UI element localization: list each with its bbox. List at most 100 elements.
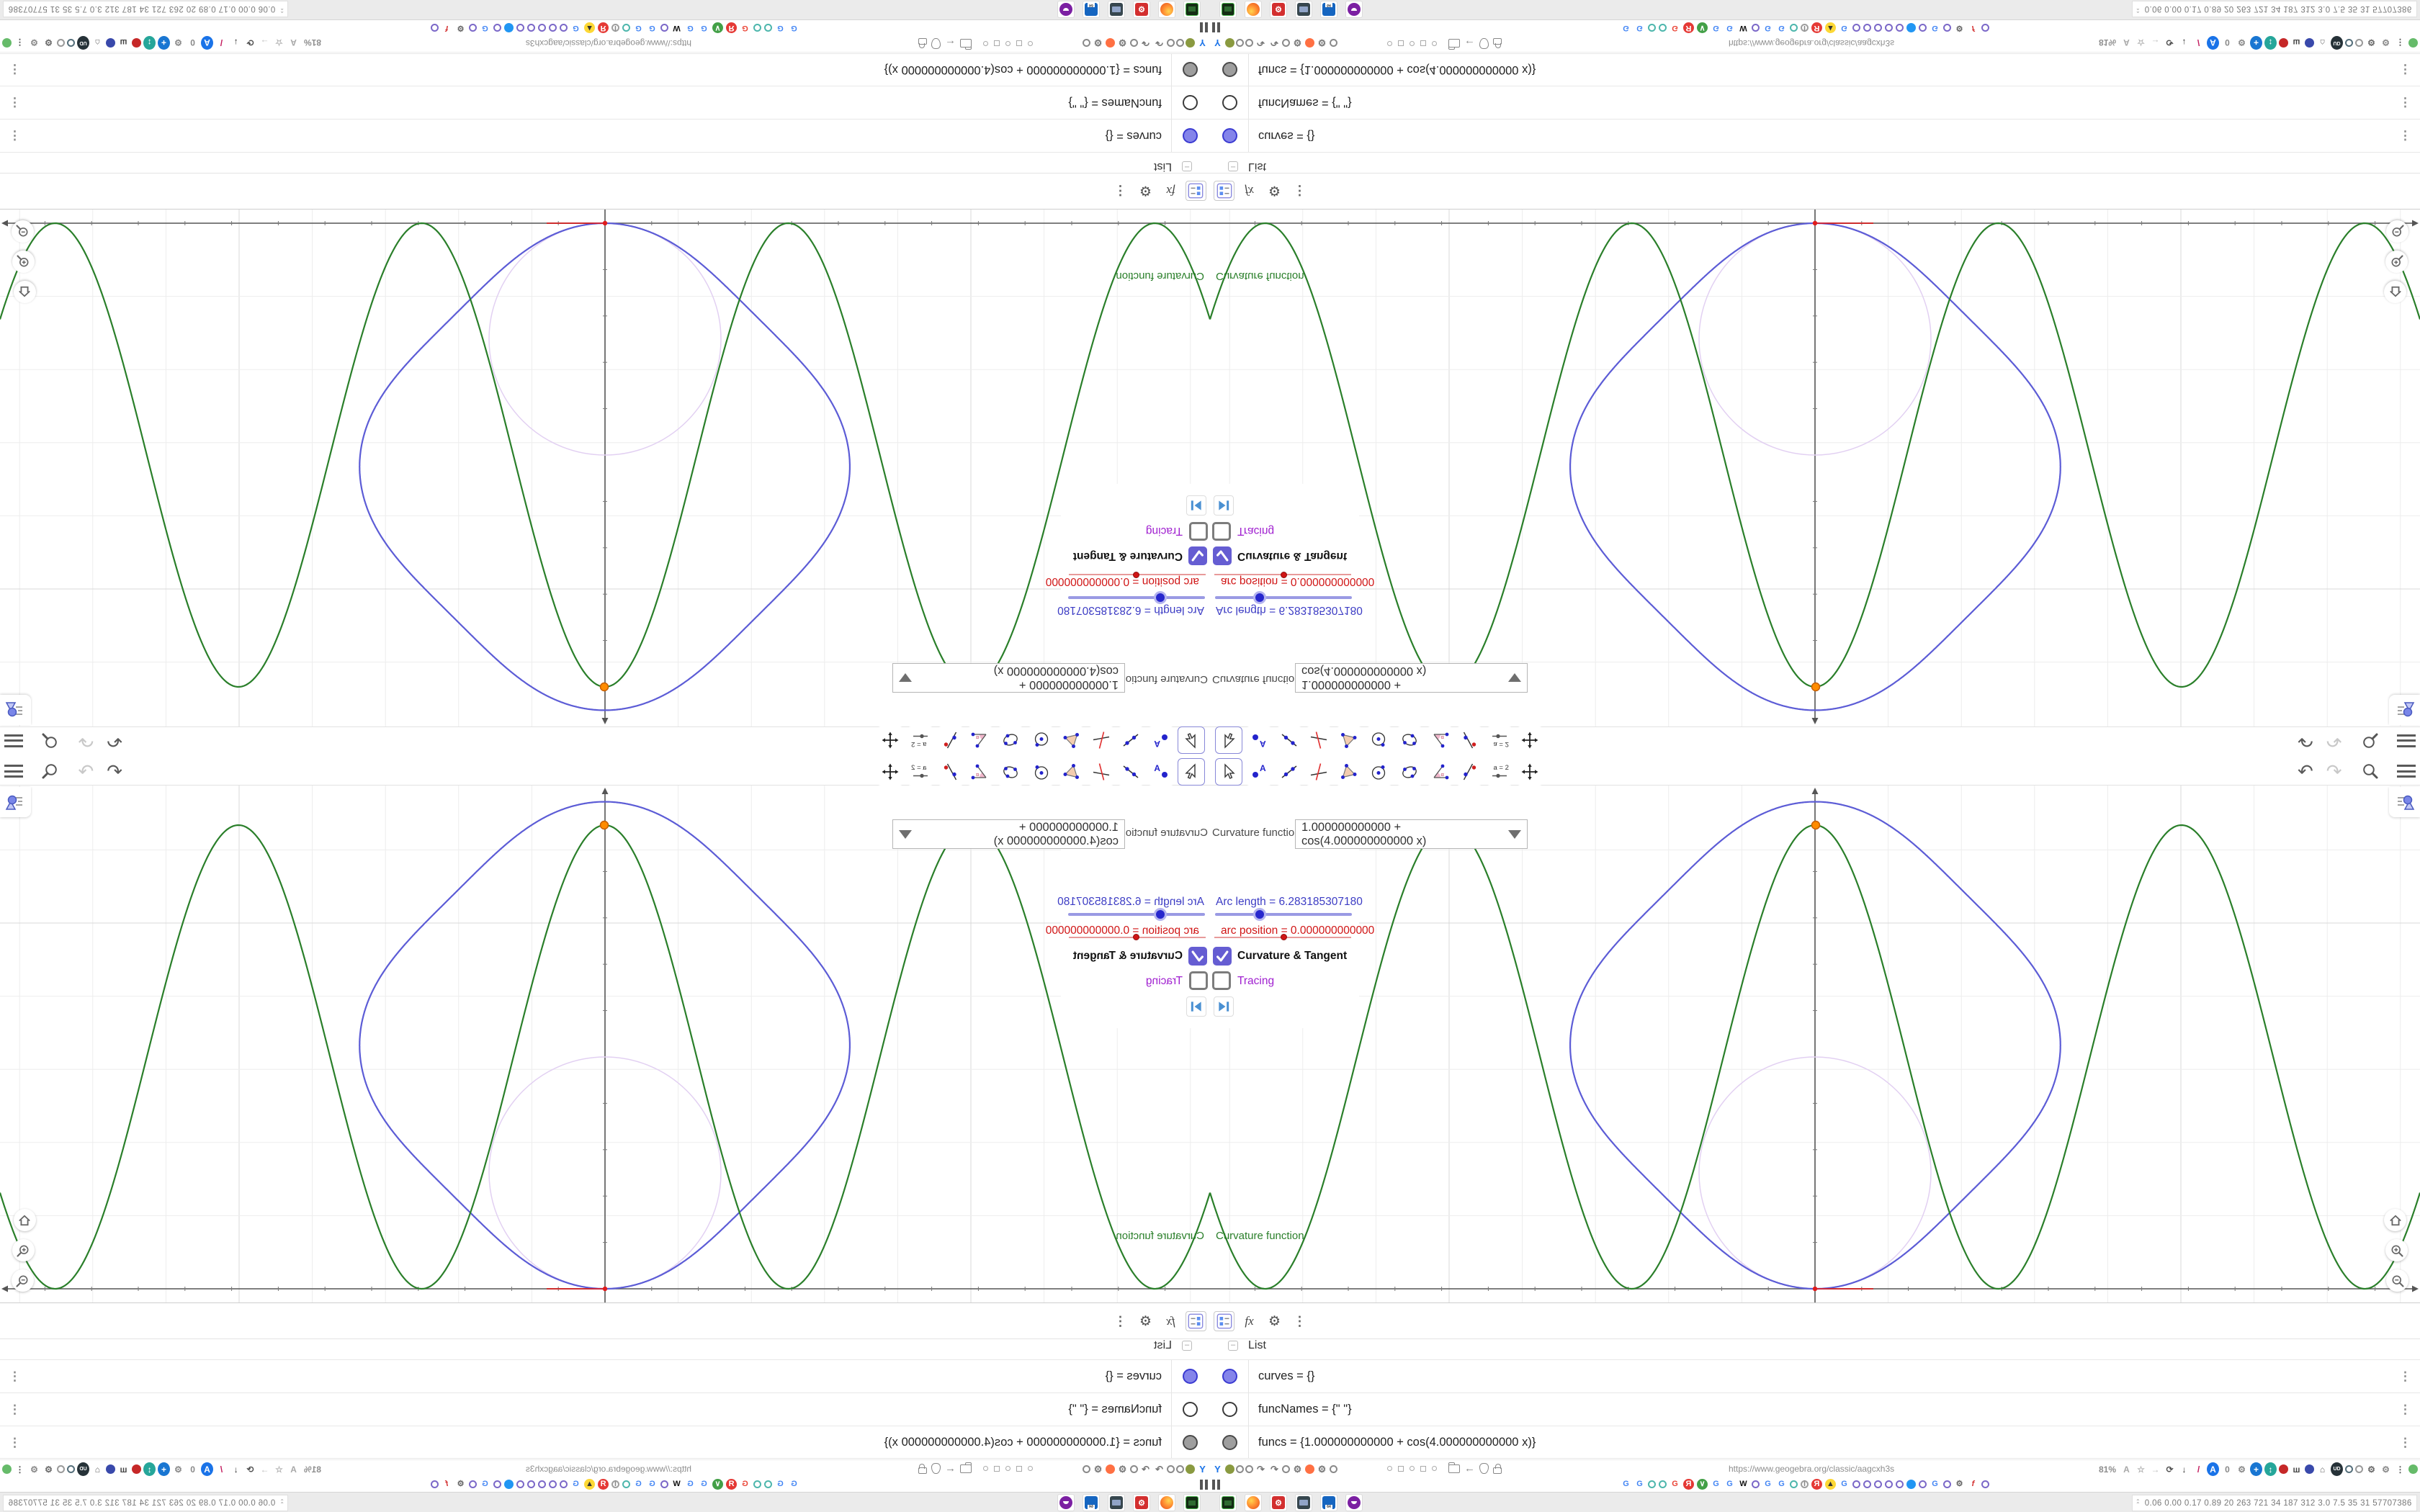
shield-icon[interactable]	[931, 1463, 941, 1474]
graphics-view[interactable]: -2.4-2.2-2-1.8-1.6-1.4-1.2-1-0.8-0.6-0.4…	[1210, 786, 2420, 1303]
curvature-tangent-checkbox[interactable]	[1213, 947, 1232, 966]
object-visibility-dot[interactable]	[1183, 128, 1198, 143]
taskbar-floppy-icon[interactable]: 64	[1320, 1494, 1337, 1511]
extension-icons-right[interactable]: 81% A ☆ → ⟳ ↓ / A 0 ⚙ + ↕ ш ⌂ UD ⚙ ⚙ ⋮	[2097, 36, 2418, 50]
taskbar-floppy-icon[interactable]: 64	[1083, 1494, 1100, 1511]
tool-perpendicular-line-button[interactable]	[1087, 758, 1115, 786]
tool-line-button[interactable]	[1275, 726, 1303, 754]
object-visibility-dot[interactable]	[1222, 1402, 1237, 1417]
chevron-down-icon[interactable]	[899, 673, 912, 683]
search-button[interactable]	[40, 732, 59, 750]
graphics-stylebar-toggle[interactable]	[2389, 787, 2420, 817]
arc-length-slider[interactable]	[1215, 591, 1352, 604]
nav-icons[interactable]: ←	[918, 37, 972, 50]
graph-canvas[interactable]	[0, 209, 1210, 726]
arc-length-slider-handle[interactable]	[1253, 591, 1266, 604]
object-visibility-dot[interactable]	[1183, 1435, 1198, 1450]
home-view-button[interactable]	[14, 1209, 36, 1231]
tool-perpendicular-line-button[interactable]	[1305, 726, 1333, 754]
mini-toggle-icons[interactable]	[983, 40, 1033, 46]
tool-polygon-button[interactable]	[1057, 758, 1085, 786]
arc-length-slider[interactable]	[1068, 908, 1205, 921]
zoom-in-button[interactable]	[12, 1239, 35, 1261]
tool-move-graphics-button[interactable]	[877, 726, 904, 754]
arc-position-slider-handle[interactable]	[1133, 572, 1139, 578]
taskbar-terminal-icon[interactable]	[1219, 1494, 1237, 1511]
menu-button[interactable]	[2396, 765, 2416, 778]
shield-icon[interactable]	[1479, 1463, 1489, 1474]
back-arrow-icon[interactable]: ←	[945, 37, 956, 50]
graph-canvas[interactable]	[1210, 209, 2420, 726]
tool-angle-button[interactable]: α	[967, 726, 995, 754]
tool-perpendicular-line-button[interactable]	[1087, 726, 1115, 754]
tool-ellipse-button[interactable]	[1395, 758, 1423, 786]
algebra-row-funcs[interactable]: funcs = {1.000000000000 + cos(4.00000000…	[0, 53, 1210, 86]
tool-move-button[interactable]	[1215, 726, 1242, 754]
algebra-row-curves[interactable]: curves = {} ⋮	[0, 1359, 1210, 1392]
tool-circle-button[interactable]	[1366, 758, 1393, 786]
menu-button[interactable]	[4, 734, 24, 747]
tool-point-button[interactable]: A	[1147, 726, 1175, 754]
tool-point-button[interactable]: A	[1245, 758, 1273, 786]
row-kebab-menu-icon[interactable]: ⋮	[9, 62, 21, 76]
tracing-checkbox-label[interactable]: Tracing	[1237, 975, 1274, 988]
nav-icons[interactable]: ←	[1448, 1462, 1502, 1475]
taskbar-firefox-icon[interactable]	[1158, 1494, 1175, 1511]
chevron-down-icon[interactable]	[1508, 673, 1521, 683]
arc-length-slider-handle[interactable]	[1154, 591, 1167, 604]
tool-point-button[interactable]: A	[1147, 758, 1175, 786]
tool-reflect-button[interactable]	[936, 726, 964, 754]
taskbar-settings-icon[interactable]: ⚙	[1270, 1494, 1287, 1511]
taskbar-settings-icon[interactable]: ⚙	[1133, 1494, 1150, 1511]
play-pause-button[interactable]	[1186, 996, 1206, 1017]
algebra-row-funcs[interactable]: funcs = {1.000000000000 + cos(4.00000000…	[1210, 53, 2420, 86]
graphics-view[interactable]: -2.4-2.2-2-1.8-1.6-1.4-1.2-1-0.8-0.6-0.4…	[0, 209, 1210, 726]
extension-icons-right[interactable]: 81% A ☆ → ⟳ ↓ / A 0 ⚙ + ↕ ш ⌂ UD ⚙ ⚙ ⋮	[2, 1462, 323, 1476]
graph-canvas[interactable]	[1210, 786, 2420, 1303]
play-pause-button[interactable]	[1214, 996, 1234, 1017]
mini-toggle-icons[interactable]	[1387, 40, 1437, 46]
chevron-down-icon[interactable]	[1508, 829, 1521, 839]
curvature-tangent-checkbox-label[interactable]: Curvature & Tangent	[1073, 549, 1183, 562]
algebra-tree-view-button[interactable]	[1186, 1311, 1206, 1331]
back-arrow-icon[interactable]: ←	[1464, 37, 1475, 50]
extension-icons-left[interactable]: Y ↷ ↷ ⚙ ⚙	[1211, 1462, 1337, 1476]
arc-length-slider[interactable]	[1068, 591, 1205, 604]
expander-chevrons-icon[interactable]: ⌃ ⌃	[279, 5, 284, 14]
tool-move-button[interactable]	[1178, 726, 1205, 754]
play-pause-button[interactable]	[1214, 495, 1234, 516]
graphics-stylebar-toggle[interactable]	[0, 695, 31, 725]
taskbar-display-icon[interactable]	[1108, 1494, 1125, 1511]
extension-icons-left[interactable]: Y ↷ ↷ ⚙ ⚙	[1083, 36, 1209, 50]
tool-reflect-button[interactable]	[1456, 758, 1484, 786]
object-visibility-dot[interactable]	[1222, 62, 1237, 77]
algebra-row-funcs[interactable]: funcs = {1.000000000000 + cos(4.00000000…	[1210, 1426, 2420, 1459]
arc-position-slider[interactable]	[1069, 572, 1206, 578]
tool-ellipse-button[interactable]	[997, 758, 1025, 786]
function-input[interactable]: 1.000000000000 + cos(4.000000000000 x)	[892, 663, 1125, 693]
object-visibility-dot[interactable]	[1183, 1369, 1198, 1384]
graphics-stylebar-toggle[interactable]	[2389, 695, 2420, 725]
curvature-tangent-checkbox[interactable]	[1213, 546, 1232, 565]
taskbar-floppy-icon[interactable]: 64	[1320, 1, 1337, 18]
tracing-checkbox[interactable]	[1189, 971, 1208, 990]
row-kebab-menu-icon[interactable]: ⋮	[2399, 128, 2411, 143]
algebra-row-curves[interactable]: curves = {} ⋮	[1210, 1359, 2420, 1392]
curvature-tangent-checkbox[interactable]	[1188, 947, 1207, 966]
object-visibility-dot[interactable]	[1222, 1369, 1237, 1384]
bookmark-favicons[interactable]: G G G Я ∨ G G W G Gi Я ▲ G G ⚙ f	[431, 22, 799, 33]
tracing-checkbox[interactable]	[1212, 971, 1231, 990]
back-arrow-icon[interactable]: ←	[945, 1462, 956, 1475]
algebra-more-button[interactable]: ⋮	[1289, 181, 1310, 201]
taskbar-terminal-icon[interactable]	[1183, 1494, 1201, 1511]
tool-angle-button[interactable]: α	[1425, 726, 1453, 754]
curvature-tangent-checkbox-label[interactable]: Curvature & Tangent	[1237, 549, 1347, 562]
taskbar-settings-icon[interactable]: ⚙	[1133, 1, 1150, 18]
tool-slider-button[interactable]: a = 2	[1486, 726, 1514, 754]
tool-ellipse-button[interactable]	[997, 726, 1025, 754]
row-kebab-menu-icon[interactable]: ⋮	[2399, 1436, 2411, 1450]
search-button[interactable]	[2361, 732, 2380, 750]
tool-slider-button[interactable]: a = 2	[906, 758, 934, 786]
row-kebab-menu-icon[interactable]: ⋮	[9, 1436, 21, 1450]
taskbar-terminal-icon[interactable]	[1183, 1, 1201, 18]
